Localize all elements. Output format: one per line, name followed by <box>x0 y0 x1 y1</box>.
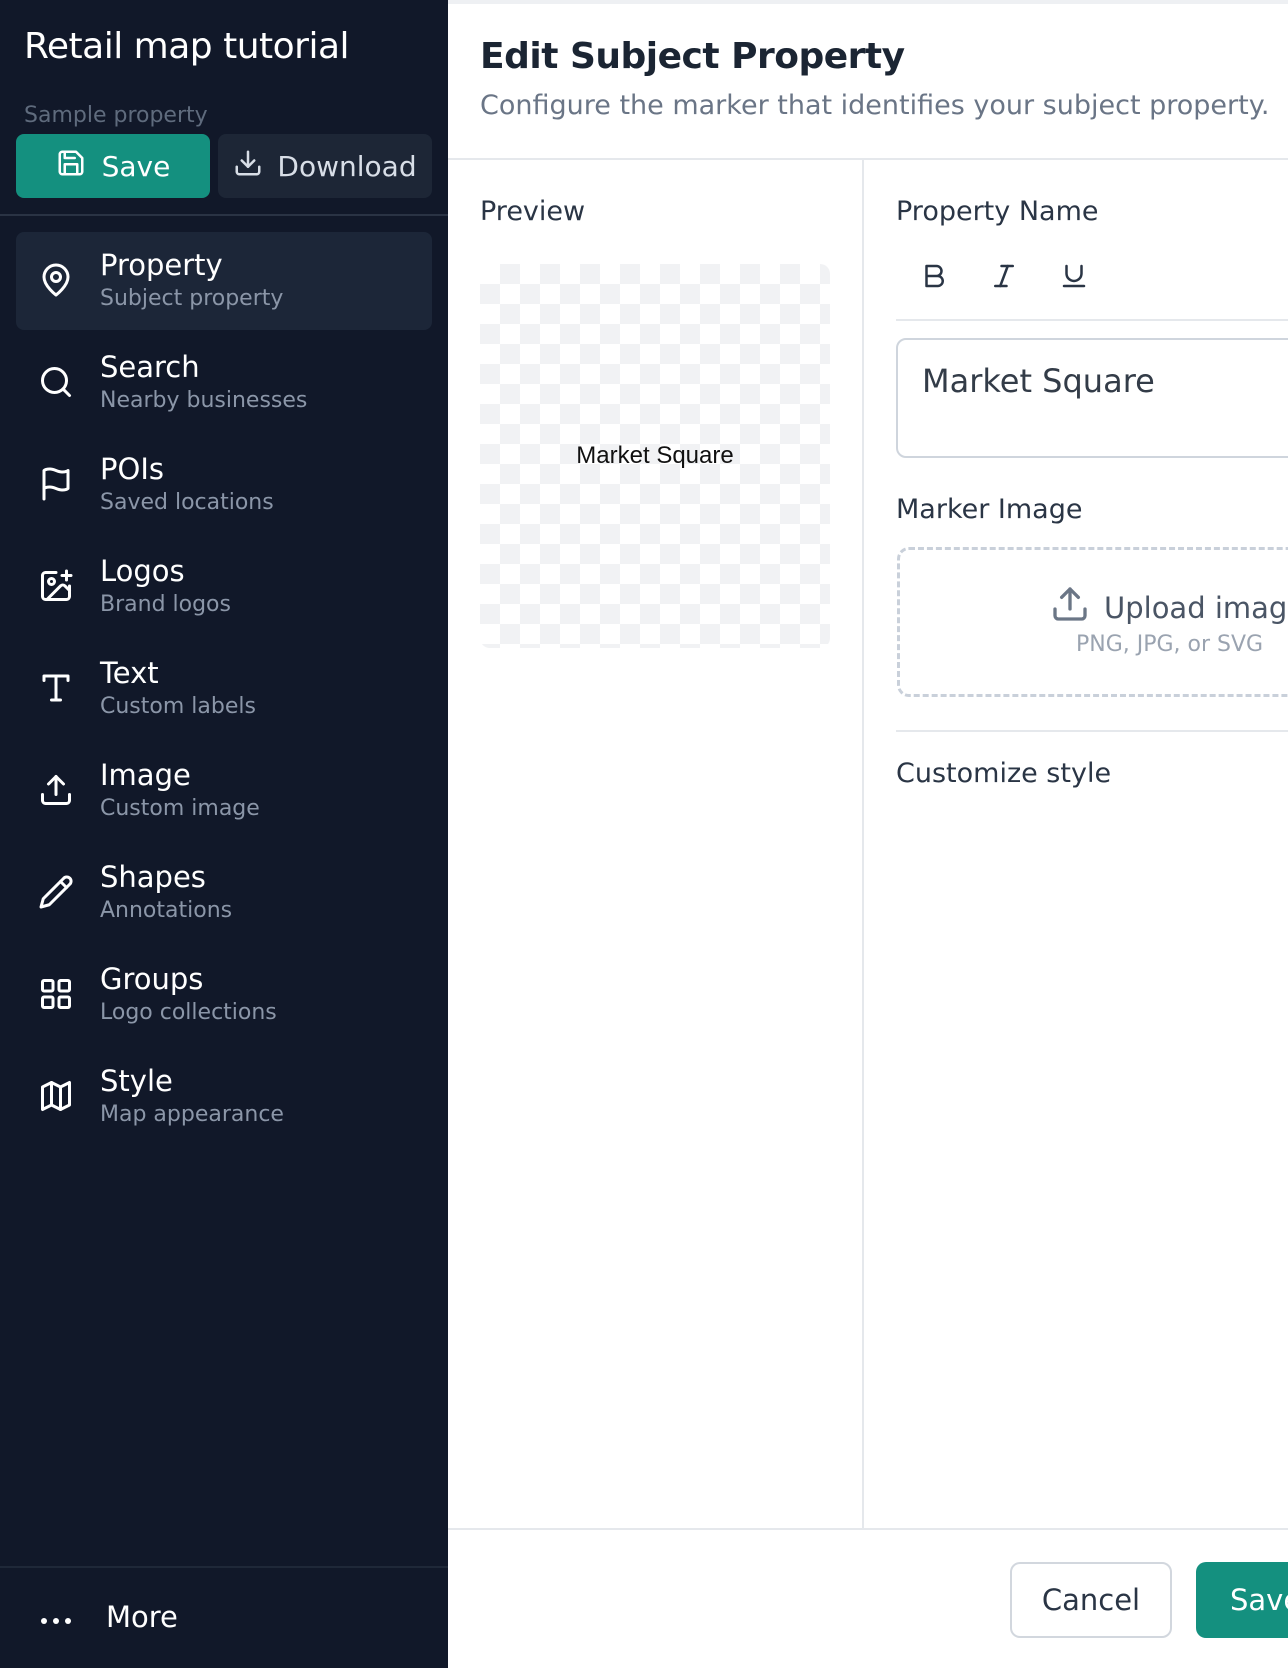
sidebar-item-logos[interactable]: Logos Brand logos <box>16 538 432 640</box>
italic-button[interactable] <box>982 256 1026 300</box>
save-changes-button[interactable]: Save <box>1196 1562 1288 1638</box>
bold-button[interactable] <box>912 256 956 300</box>
header-divider <box>448 158 1288 160</box>
property-name-label: Property Name <box>896 196 1099 227</box>
more-button[interactable]: More <box>36 1600 178 1634</box>
upload-hint: PNG, JPG, or SVG <box>1076 632 1264 657</box>
sidebar-bottom-divider <box>0 1566 448 1568</box>
sidebar-item-sublabel: Annotations <box>100 898 233 923</box>
sidebar-item-label: Logos <box>100 554 185 588</box>
flag-icon <box>36 464 76 504</box>
more-label: More <box>106 1600 178 1634</box>
sidebar-item-label: Image <box>100 758 191 792</box>
page-subtitle: Configure the marker that identifies you… <box>480 90 1270 121</box>
sidebar-item-sublabel: Logo collections <box>100 1000 277 1025</box>
upload-row: Upload image <box>1050 584 1288 631</box>
section-divider <box>896 730 1288 732</box>
image-plus-icon <box>36 566 76 606</box>
customize-style-toggle[interactable]: Customize style <box>896 758 1111 789</box>
italic-icon <box>989 261 1019 295</box>
sidebar-item-sublabel: Saved locations <box>100 490 274 515</box>
sidebar-nav: Property Subject property Search Nearby … <box>16 232 432 1150</box>
upload-label: Upload image <box>1104 590 1288 625</box>
preview-marker-text: Market Square <box>576 442 734 469</box>
sidebar-item-sublabel: Custom image <box>100 796 260 821</box>
sidebar-item-sublabel: Brand logos <box>100 592 231 617</box>
sidebar-item-label: Property <box>100 248 223 282</box>
search-icon <box>36 362 76 402</box>
marker-image-dropzone[interactable]: Upload image PNG, JPG, or SVG <box>897 547 1288 697</box>
pencil-icon <box>36 872 76 912</box>
sidebar-item-label: Text <box>100 656 159 690</box>
top-border <box>448 0 1288 4</box>
project-label: Sample property <box>24 103 208 128</box>
marker-image-label: Marker Image <box>896 494 1083 525</box>
more-horizontal-icon <box>36 1600 76 1634</box>
bold-icon <box>919 261 949 295</box>
editor-panel: Edit Subject Property Configure the mark… <box>448 0 1288 1668</box>
page-title: Edit Subject Property <box>480 36 905 77</box>
preview-label: Preview <box>480 196 586 227</box>
save-button[interactable]: Save <box>16 134 210 198</box>
save-icon <box>56 148 86 185</box>
sidebar-item-sublabel: Map appearance <box>100 1102 284 1127</box>
sidebar-item-sublabel: Custom labels <box>100 694 256 719</box>
map-icon <box>36 1076 76 1116</box>
download-button[interactable]: Download <box>218 134 432 198</box>
sidebar-item-search[interactable]: Search Nearby businesses <box>16 334 432 436</box>
upload-icon <box>36 770 76 810</box>
sidebar-item-groups[interactable]: Groups Logo collections <box>16 946 432 1048</box>
underline-button[interactable] <box>1052 256 1096 300</box>
cancel-button[interactable]: Cancel <box>1010 1562 1172 1638</box>
sidebar-item-style[interactable]: Style Map appearance <box>16 1048 432 1150</box>
sidebar-item-label: Groups <box>100 962 204 996</box>
sidebar: Retail map tutorial Sample property Save… <box>0 0 448 1668</box>
sidebar-item-label: Style <box>100 1064 173 1098</box>
sidebar-item-image[interactable]: Image Custom image <box>16 742 432 844</box>
sidebar-item-text[interactable]: Text Custom labels <box>16 640 432 742</box>
sidebar-item-property[interactable]: Property Subject property <box>16 232 432 330</box>
upload-icon <box>1050 584 1090 631</box>
type-icon <box>36 668 76 708</box>
property-name-input[interactable]: Market Square <box>896 338 1288 458</box>
column-divider <box>862 160 864 1528</box>
grid-icon <box>36 974 76 1014</box>
app-title: Retail map tutorial <box>24 26 350 67</box>
sidebar-item-label: POIs <box>100 452 164 486</box>
download-icon <box>233 148 263 185</box>
sidebar-item-shapes[interactable]: Shapes Annotations <box>16 844 432 946</box>
toolbar-divider <box>896 319 1288 321</box>
sidebar-item-label: Search <box>100 350 200 384</box>
footer-divider <box>448 1528 1288 1530</box>
sidebar-divider <box>0 214 448 216</box>
sidebar-item-pois[interactable]: POIs Saved locations <box>16 436 432 538</box>
marker-preview: Market Square <box>480 264 830 648</box>
save-button-label: Save <box>101 149 171 183</box>
sidebar-item-label: Shapes <box>100 860 206 894</box>
map-pin-icon <box>36 260 76 300</box>
sidebar-item-sublabel: Subject property <box>100 286 284 311</box>
download-button-label: Download <box>277 149 417 183</box>
sidebar-item-sublabel: Nearby businesses <box>100 388 308 413</box>
underline-icon <box>1059 261 1089 295</box>
